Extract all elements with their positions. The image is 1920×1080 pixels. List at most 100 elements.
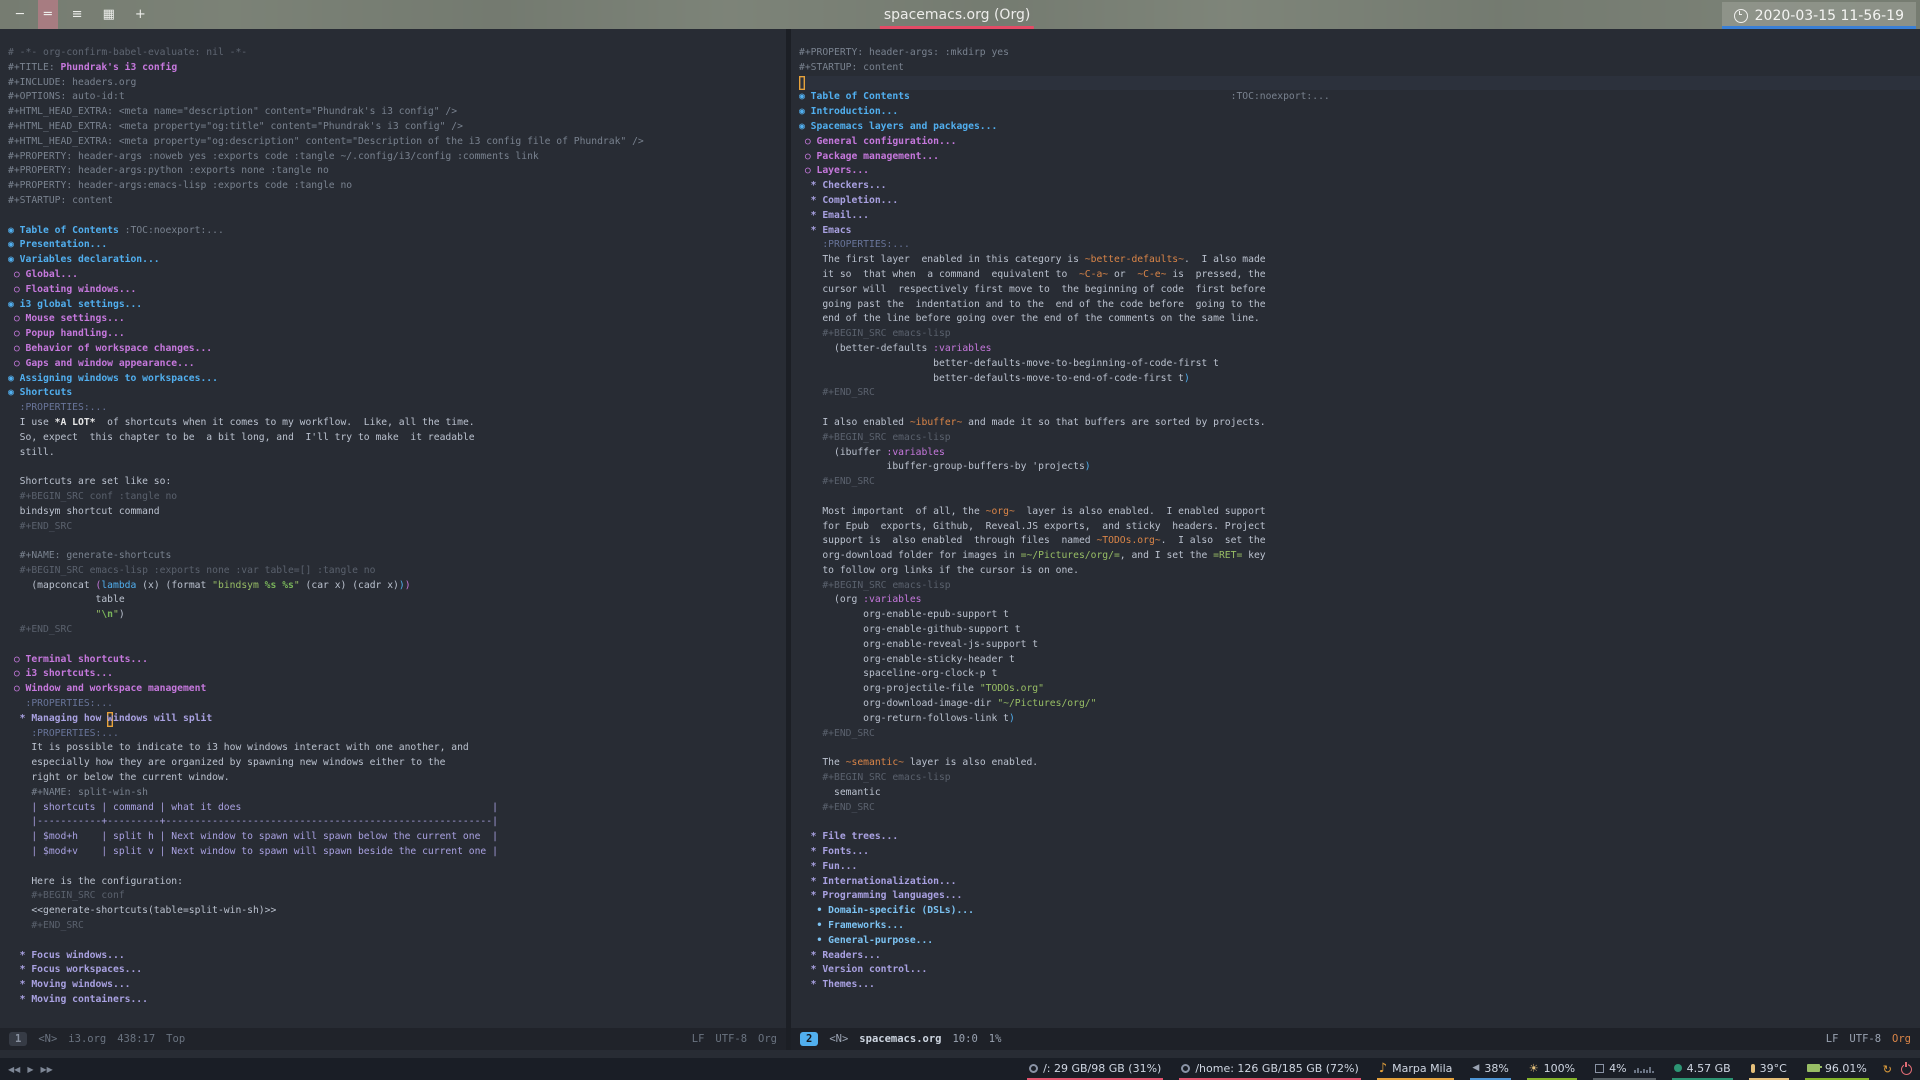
root-icon [1029,1063,1039,1073]
text-segment: ◉ Introduction... [799,106,899,118]
text-segment: So, expect this chapter to be a bit long… [8,431,475,443]
buffer-line: * Readers... [799,949,1920,964]
media-prev-icon[interactable]: ◀◀ [8,1065,20,1074]
clock-widget[interactable]: 2020-03-15 11-56-19 [1721,2,1917,29]
text-segment: ○ Gaps and window appearance... [8,357,195,369]
encoding-indicator: UTF-8 [715,1033,748,1045]
text-segment: :variables [863,594,922,606]
media-next-icon[interactable]: ▶▶ [40,1065,52,1074]
buffer-line: * Managing how w indows will split [8,712,786,727]
buffer-line [799,741,1920,756]
buffer-line: to follow org links if the cursor is on … [799,564,1920,579]
text-segment: ◉ Presentation... [8,239,108,251]
status-home[interactable]: /home: 126 GB/185 GB (72%) [1179,1058,1361,1080]
buffer-line: #+NAME: generate-shortcuts [8,549,786,564]
text-segment: ~TODOs.org~ [1096,535,1161,547]
buffer-line: #+HTML_HEAD_EXTRA: <meta property="og:de… [8,135,786,150]
media-play-icon[interactable]: ▶ [27,1065,33,1074]
text-segment: ~better-defaults~ [1084,254,1184,266]
text-segment: ○ Global... [8,268,78,280]
evil-state: <N> [829,1033,849,1045]
text-segment: (car x) (cadr x) [299,579,399,591]
text-segment: lambda [101,579,137,591]
buffer-line: * Focus workspaces... [8,963,786,978]
text-segment: ◉ Table of Contents [799,91,910,103]
text-segment: * Focus workspaces... [8,964,143,976]
buffer-line: * Focus windows... [8,949,786,964]
buffer-line: | $mod+h | split h | Next window to spaw… [8,830,786,845]
text-segment: • General-purpose... [799,934,934,946]
buffer-line: " \n ") [8,608,786,623]
text-segment: ◉ Shortcuts [8,387,73,399]
text-segment: #+END_SRC [799,476,875,488]
status-cpu-label: 4% [1609,1061,1627,1075]
text-segment: to follow org links if the cursor is on … [799,564,1079,576]
text-segment: and made it so that buffers are sorted b… [962,416,1266,428]
text-segment: #+END_SRC [8,520,73,532]
buffer-line: ○ Window and workspace management [8,682,786,697]
status-root[interactable]: /: 29 GB/98 GB (31%) [1027,1058,1164,1080]
reboot-icon[interactable]: ↻ [1883,1063,1892,1076]
status-memory[interactable]: 4.57 GB [1671,1058,1733,1080]
buffer-line: • General-purpose... [799,934,1920,949]
power-icon[interactable] [1901,1061,1912,1075]
text-segment: , and I set the [1119,550,1214,562]
text-segment: #+PROPERTY: header-args:python :exports … [8,165,329,177]
buffer-line: (org :variables [799,593,1920,608]
buffer-line: #+NAME: split-win-sh [8,786,786,801]
new-window-icon[interactable]: + [129,0,152,29]
text-segment: semantic [799,786,881,798]
buffer-name: i3.org [68,1033,107,1045]
buffer-line: #+END_SRC [799,801,1920,816]
text-segment: going past the indentation and to the en… [799,298,1266,310]
status-music[interactable]: ♪ Marpa Mila [1376,1058,1455,1080]
buffer-line: #+STARTUP: content [799,61,1920,76]
emacs-window-spacemacs-org[interactable]: #+PROPERTY: header-args: :mkdirp yes #+ST… [791,29,1920,1028]
memory-icon [1673,1064,1682,1072]
text-segment: ○ Window and workspace management [8,683,207,695]
titlebar: ─ ═ ≡ ▦ + spacemacs.org (Org) 2020-03-15 11-… [0,0,1920,29]
status-volume[interactable]: ◀ 38% [1470,1058,1511,1080]
buffer-line [8,460,786,475]
text-segment: . I also made [1183,254,1266,266]
status-brightness[interactable]: ☀ 100% [1526,1058,1578,1080]
buffer-line [8,209,786,224]
text-segment: ○ Package management... [799,150,939,162]
text-segment: #+PROPERTY: header-args :noweb yes :expo… [8,150,539,162]
text-segment: =RET= [1213,550,1243,562]
text-segment: org-download-image-dir [799,698,998,710]
status-battery[interactable]: 96.01% [1804,1058,1869,1080]
status-temp[interactable]: 39°C [1748,1058,1789,1080]
text-segment: (x) (format [136,579,213,591]
layout-grid-icon[interactable]: ▦ [97,0,121,29]
volume-icon: ◀ [1472,1063,1480,1073]
text-segment: * Readers... [799,949,881,961]
buffer-line: #+BEGIN_SRC emacs-lisp [799,771,1920,786]
buffer-spacemacs-org[interactable]: #+PROPERTY: header-args: :mkdirp yes #+ST… [791,29,1920,993]
status-cpu[interactable]: 4% [1593,1058,1656,1080]
buffer-line: #+STARTUP: content [8,194,786,209]
text-segment: ~C-e~ [1137,268,1167,280]
text-segment: =~/Pictures/org/= [1020,550,1120,562]
status-brightness-label: 100% [1543,1061,1576,1075]
buffer-line: ○ Gaps and window appearance... [8,357,786,372]
buffer-line: #+END_SRC [799,386,1920,401]
text-segment: or [1108,268,1138,280]
text-segment: #+BEGIN_SRC emacs-lisp [799,431,951,443]
text-segment: better-defaults-move-to-end-of-code-firs… [799,372,1184,384]
home-icon [1181,1063,1191,1073]
layout-tabbed-icon[interactable]: ═ [37,0,58,29]
buffer-i3-org[interactable]: # -*- org-confirm-babel-evaluate: nil -*… [0,29,786,1008]
window-title: spacemacs.org (Org) [879,0,1035,29]
layout-splith-icon[interactable]: ─ [10,0,30,29]
text-segment: # -*- org-confirm-babel-evaluate: nil -*… [8,47,248,58]
buffer-line: ○ Terminal shortcuts... [8,653,786,668]
text-segment: still. [8,446,55,458]
text-segment: ○ Terminal shortcuts... [8,653,148,665]
text-segment: :PROPERTIES:... [8,402,108,414]
emacs-window-i3-org[interactable]: # -*- org-confirm-babel-evaluate: nil -*… [0,29,786,1028]
text-segment: | shortcuts | command | what it does | [8,801,498,813]
text-segment: #+END_SRC [8,624,73,636]
text-segment: #+END_SRC [799,727,875,739]
layout-stacked-icon[interactable]: ≡ [66,0,89,29]
